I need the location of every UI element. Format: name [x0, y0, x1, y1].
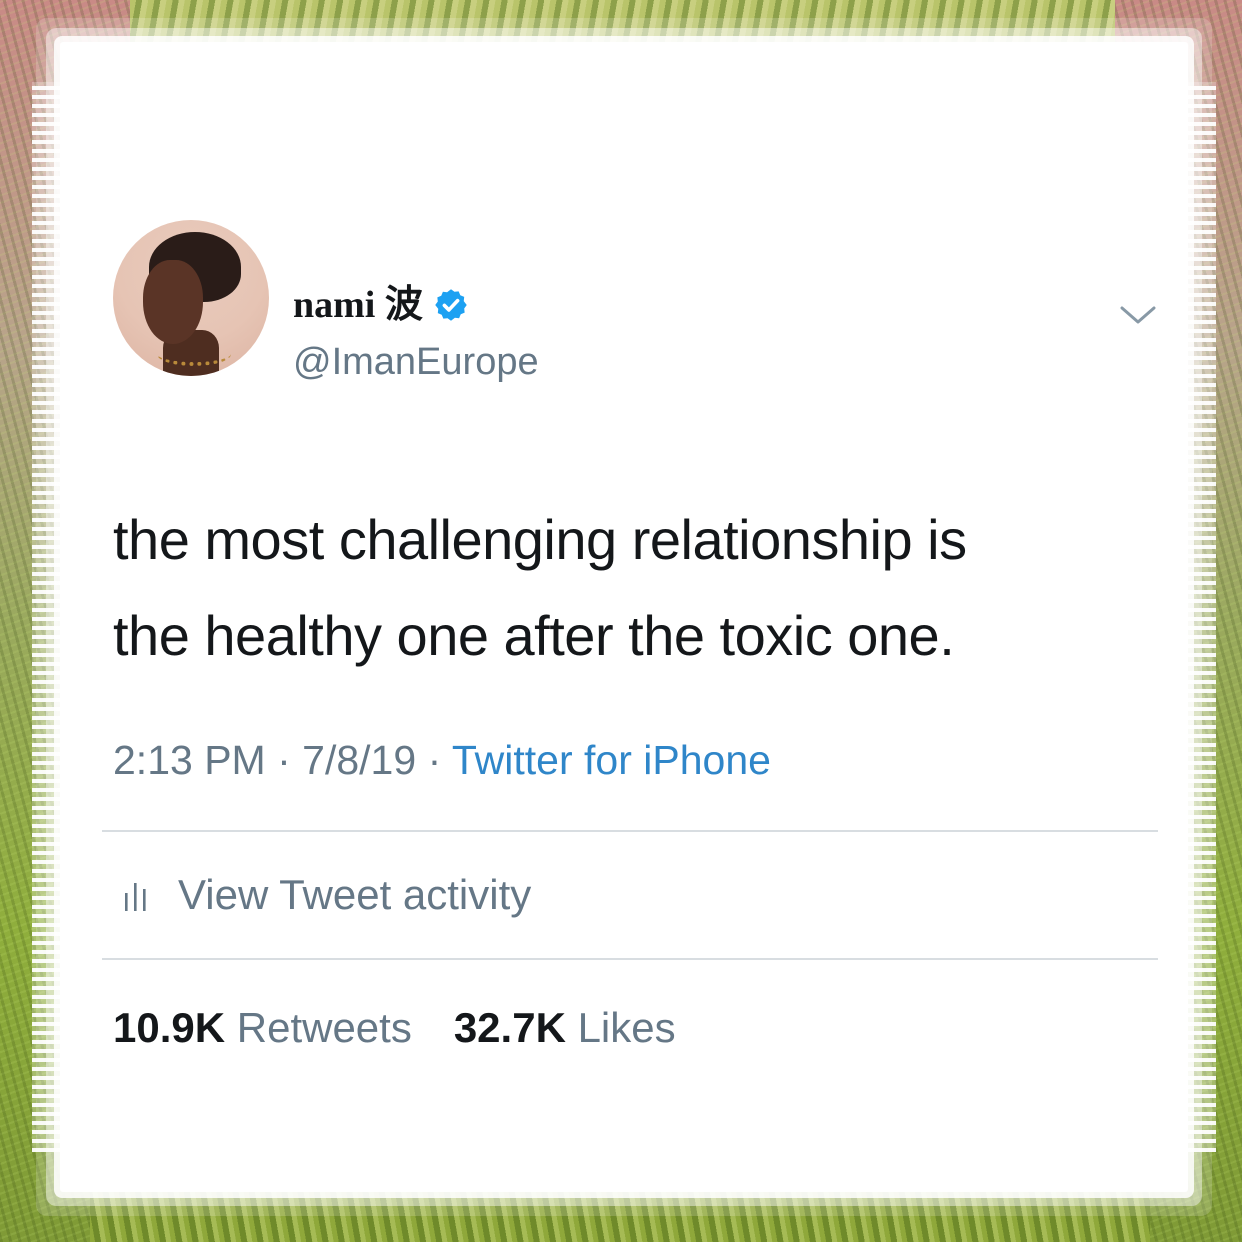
avatar[interactable] — [113, 220, 269, 376]
retweet-count: 10.9K — [113, 1004, 226, 1051]
divider — [102, 958, 1158, 960]
author-handle[interactable]: @ImanEurope — [293, 343, 539, 381]
retweet-stat[interactable]: 10.9K Retweets — [113, 1007, 412, 1049]
tweet-source-link[interactable]: Twitter for iPhone — [452, 737, 771, 783]
chevron-down-icon[interactable] — [1118, 300, 1158, 330]
view-tweet-activity-button[interactable]: View Tweet activity — [122, 874, 531, 916]
background-strip-bottom — [90, 1190, 1150, 1242]
like-count: 32.7K — [453, 1004, 566, 1051]
avatar-face — [143, 260, 203, 344]
divider — [102, 830, 1158, 832]
brush-edge-right — [1188, 82, 1216, 1152]
brush-edge-left — [32, 82, 60, 1152]
meta-separator: · — [277, 737, 291, 783]
like-label: Likes — [577, 1004, 676, 1051]
background-strip-top — [130, 0, 1115, 42]
avatar-necklace — [157, 342, 231, 366]
tweet-text-line: the most challenging relationship is — [113, 508, 967, 571]
author-display-name[interactable]: nami 波 — [293, 286, 469, 324]
tweet-stats: 10.9K Retweets 32.7K Likes — [113, 1007, 676, 1049]
display-name-text[interactable]: nami 波 — [293, 286, 423, 324]
tweet-date[interactable]: 7/8/19 — [302, 737, 416, 783]
tweet-text-line: the healthy one after the toxic one. — [113, 604, 955, 667]
verified-badge-icon — [435, 289, 467, 321]
tweet-card: nami 波 @ImanEurope the most challenging … — [32, 42, 1216, 1192]
meta-separator: · — [427, 737, 442, 783]
tweet-time[interactable]: 2:13 PM — [113, 737, 266, 783]
like-stat[interactable]: 32.7K Likes — [454, 1007, 676, 1049]
tweet-meta: 2:13 PM · 7/8/19 · Twitter for iPhone — [113, 740, 771, 781]
tweet-text: the most challenging relationship is the… — [113, 492, 1153, 684]
bar-chart-icon — [125, 883, 146, 911]
retweet-label: Retweets — [236, 1004, 412, 1051]
view-tweet-activity-label: View Tweet activity — [178, 871, 532, 918]
